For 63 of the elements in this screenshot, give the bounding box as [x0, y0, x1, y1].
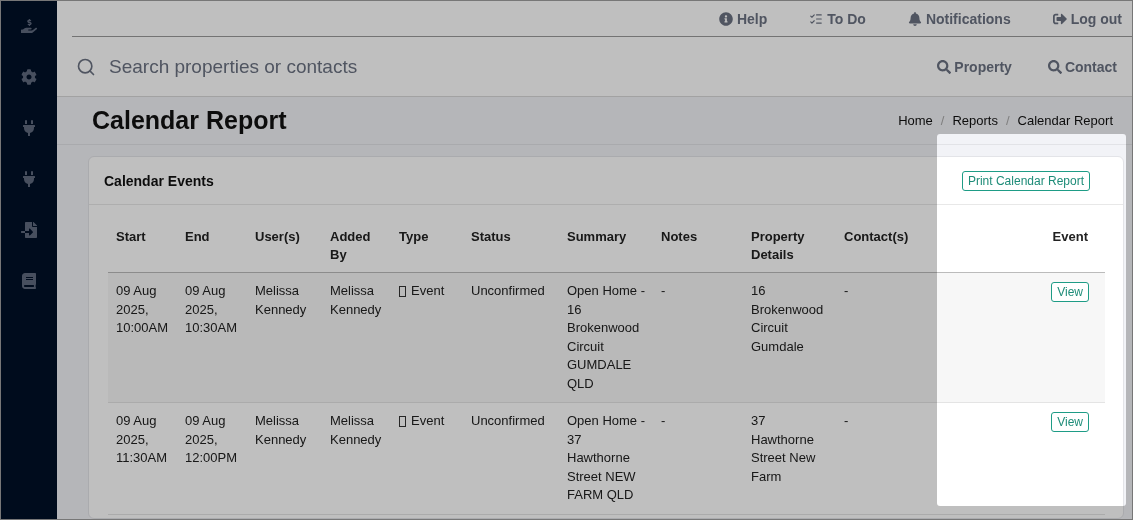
book-icon[interactable] [20, 272, 38, 290]
missing-glyph-icon [399, 415, 406, 427]
table-cell-text: Event [411, 282, 445, 300]
document-arrow-icon[interactable] [20, 221, 38, 239]
plug-icon[interactable] [20, 119, 38, 137]
nav-link[interactable]: To Do [809, 10, 866, 27]
settings-icon[interactable] [20, 68, 38, 86]
table-cell: Melissa Kennedy [330, 413, 382, 447]
nav-link[interactable]: Help [718, 10, 768, 27]
search-type-button[interactable]: Property [937, 58, 1012, 75]
missing-glyph-icon [399, 285, 406, 297]
breadcrumb-separator: / [940, 113, 945, 128]
column-header: Status [471, 229, 511, 244]
breadcrumb-link[interactable]: Calendar Report [1017, 113, 1113, 128]
search-icon [76, 56, 96, 77]
column-header: Type [399, 229, 429, 244]
info-icon [718, 11, 733, 26]
table-cell: 09 Aug 2025, 10:30AM [185, 283, 238, 335]
nav-link[interactable]: Log out [1052, 10, 1122, 27]
table-cell: - [844, 413, 849, 428]
table-cell: Melissa Kennedy [330, 283, 382, 317]
page-title: Calendar Report [92, 106, 287, 135]
table-cell: Unconfirmed [471, 413, 545, 428]
table-cell: - [844, 283, 849, 298]
table-cell: - [661, 283, 666, 298]
column-header: Start [116, 229, 146, 244]
view-button[interactable]: View [1051, 282, 1089, 302]
view-button[interactable]: View [1051, 412, 1089, 432]
table-cell: 37 Hawthorne Street New Farm [751, 413, 816, 484]
column-header: Added By [330, 229, 371, 262]
plug-icon[interactable] [20, 170, 38, 188]
column-header: End [185, 229, 210, 244]
table-cell: 09 Aug 2025, 10:00AM [116, 283, 169, 335]
breadcrumb-separator: / [1006, 113, 1010, 128]
print-button[interactable]: Print Calendar Report [961, 170, 1090, 191]
search-icon [937, 59, 952, 74]
column-header: Contact(s) [844, 229, 909, 244]
search-field[interactable]: Search properties or contacts [107, 54, 507, 79]
table-cell: Melissa Kennedy [255, 283, 307, 317]
table-cell: Melissa Kennedy [255, 413, 307, 447]
logout-icon [1052, 11, 1067, 26]
card-title: Calendar Events [104, 172, 214, 189]
column-header: Summary [567, 229, 627, 244]
table-cell: Open Home - 16 Brokenwood Circuit GUMDALE QLD [567, 283, 646, 391]
table-cell: 09 Aug 2025, 11:30AM [116, 413, 168, 465]
search-type-button[interactable]: Contact [1047, 58, 1117, 75]
column-header: Event [1052, 229, 1088, 244]
table-cell: Open Home - 37 Hawthorne Street NEW FARM QLD [567, 413, 646, 502]
table-cell-text: Event [411, 412, 445, 430]
money-hand-icon[interactable] [20, 17, 38, 35]
nav-link[interactable]: Notifications [907, 10, 1011, 27]
table-cell: 09 Aug 2025, 12:00PM [185, 413, 238, 465]
checklist-icon [809, 11, 824, 26]
breadcrumb-link[interactable]: Home [898, 113, 933, 128]
table-cell: - [661, 413, 666, 428]
column-header: Notes [661, 229, 698, 244]
column-header: User(s) [255, 229, 300, 244]
table-cell: 16 Brokenwood Circuit Gumdale [751, 283, 824, 354]
search-icon [1047, 59, 1062, 74]
breadcrumb-link[interactable]: Reports [952, 113, 998, 128]
bell-icon [907, 11, 922, 26]
column-header: Property Details [751, 229, 805, 262]
table-cell: Unconfirmed [471, 283, 545, 298]
